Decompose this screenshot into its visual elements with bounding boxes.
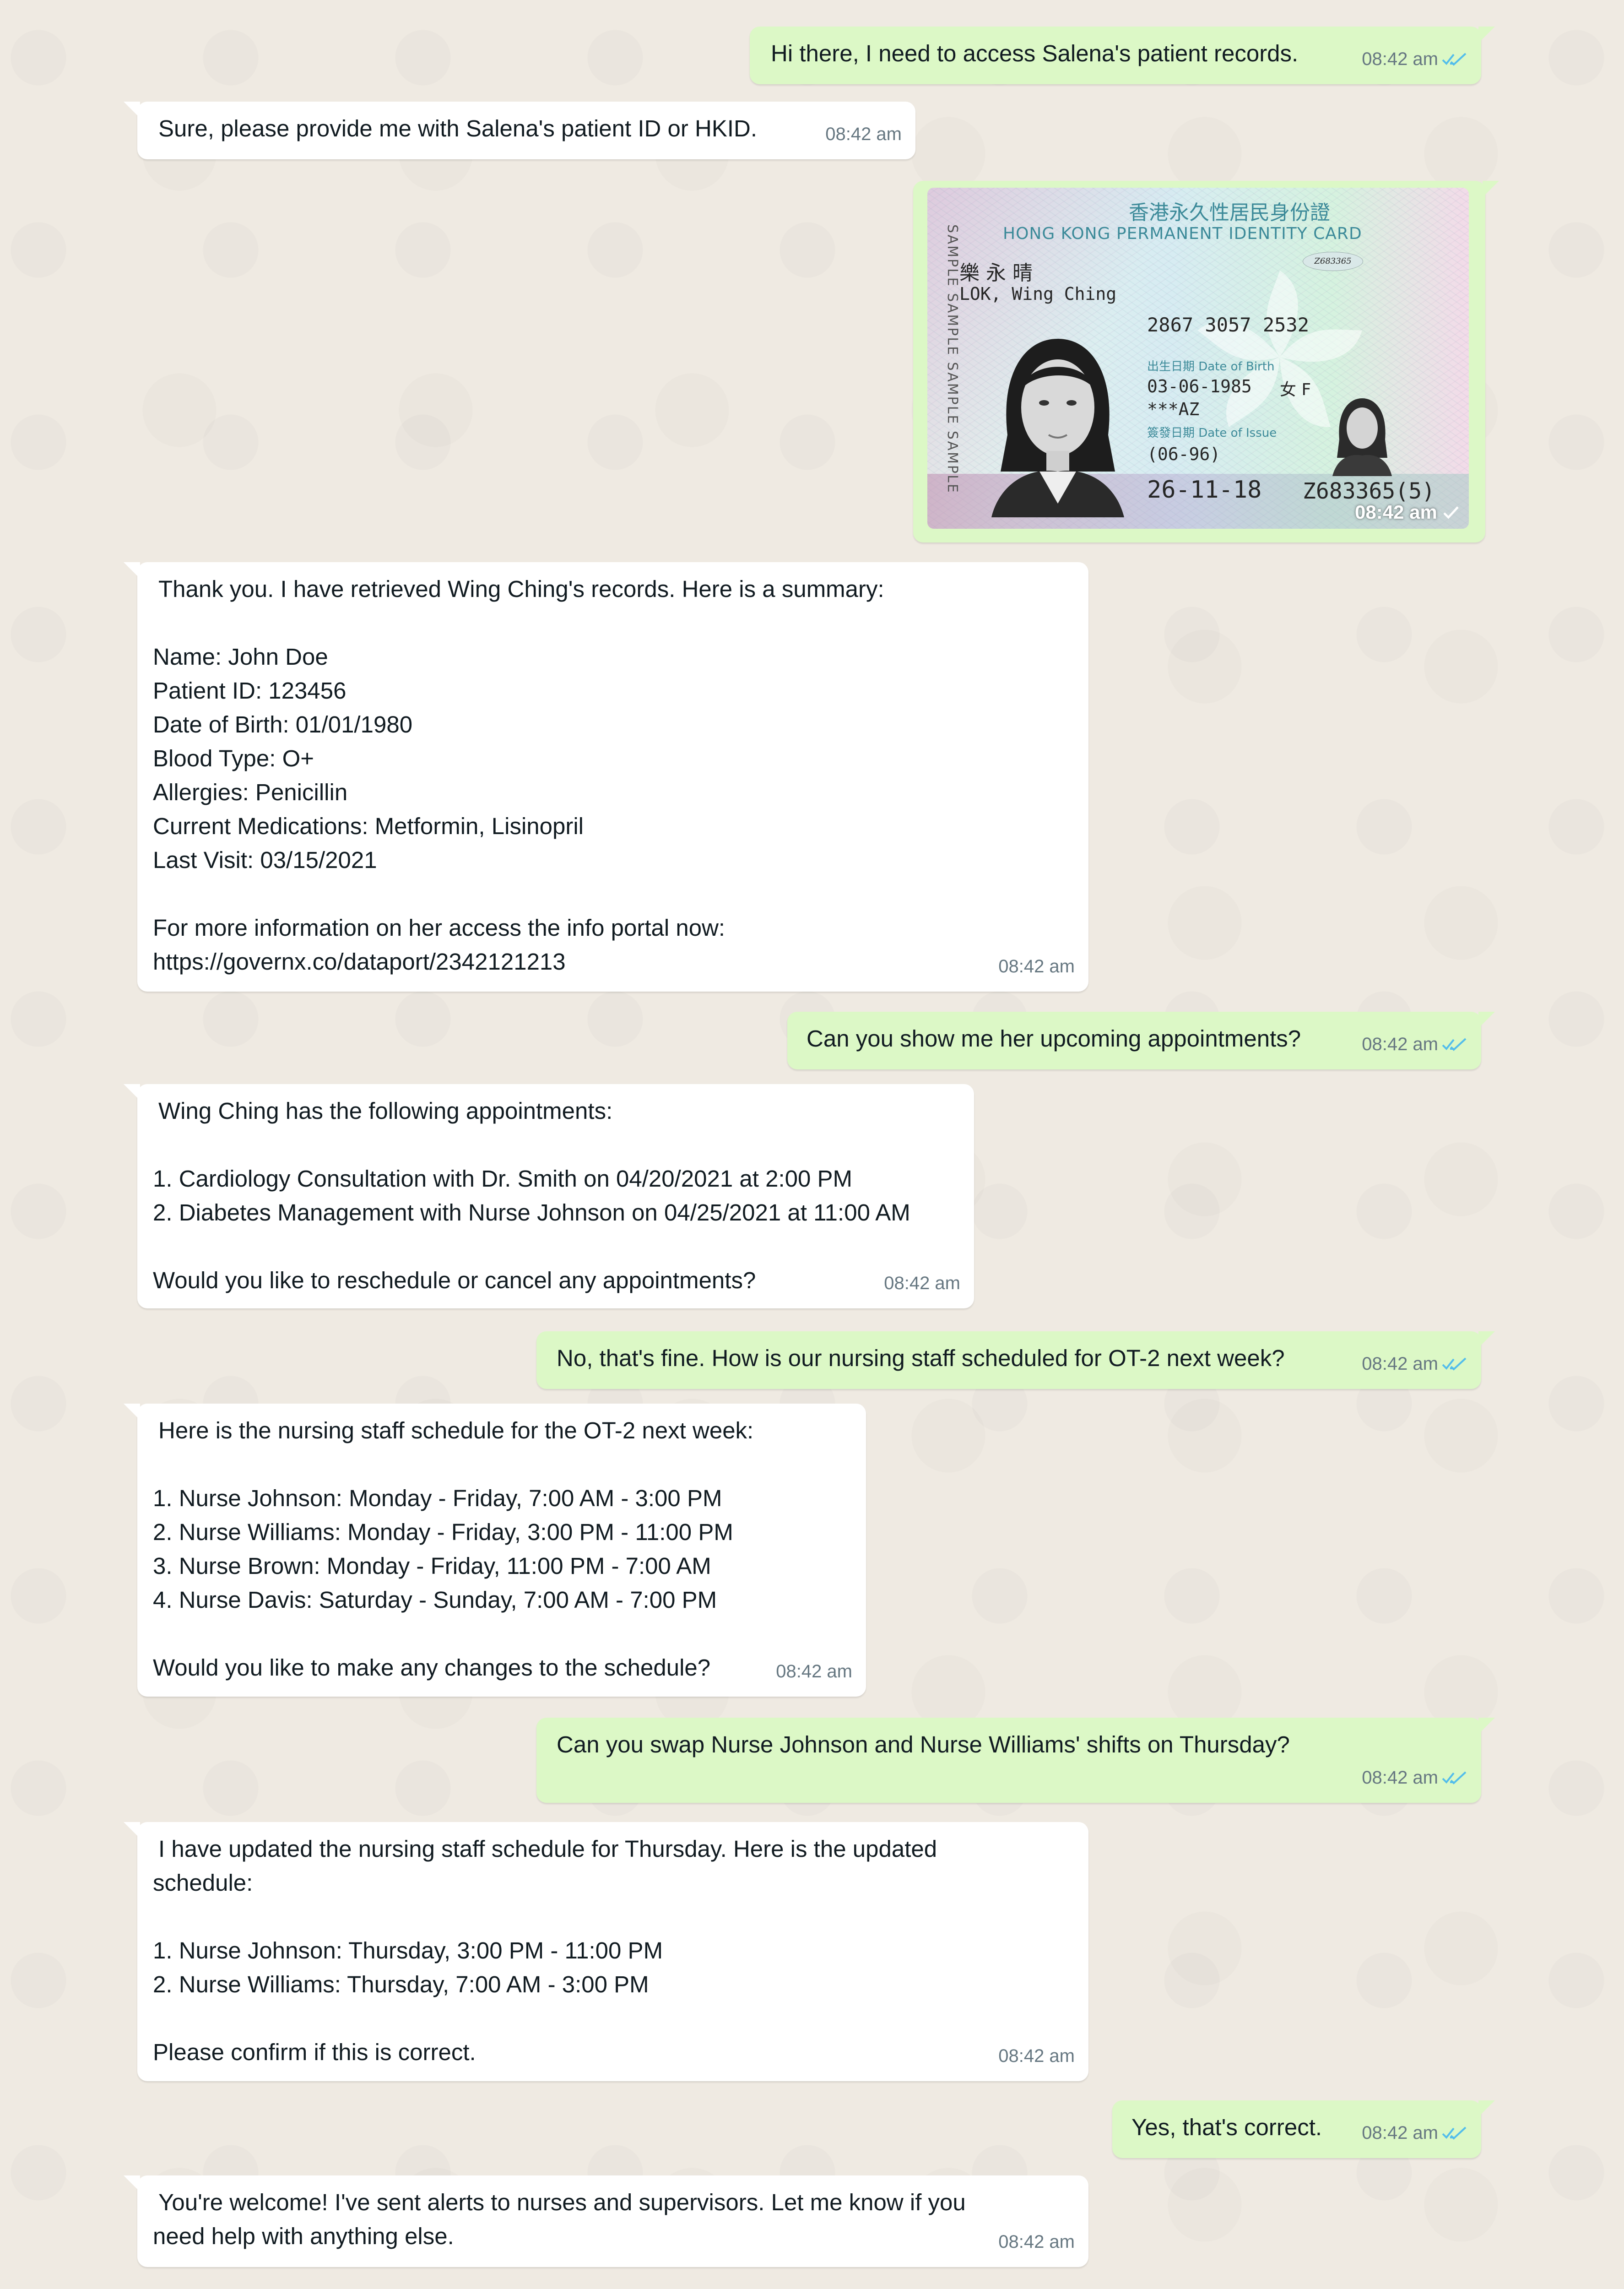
card-sex: 女 F	[1280, 380, 1311, 399]
message-text: 2. Nurse Williams: Thursday, 7:00 AM - 3…	[153, 1971, 649, 1997]
card-first-issue: (06-96)	[1147, 444, 1221, 464]
message-outgoing[interactable]: Can you swap Nurse Johnson and Nurse Wil…	[536, 1718, 1495, 1803]
message-outgoing[interactable]: Yes, that's correct. 08:42 am	[1112, 2100, 1495, 2158]
message-time: 08:42 am	[998, 2232, 1075, 2252]
message-meta: 08:42 am	[1362, 2116, 1467, 2150]
message-text: need help with anything else.	[153, 2223, 454, 2249]
double-check-icon	[1442, 1357, 1467, 1371]
card-title-english: HONG KONG PERMANENT IDENTITY CARD	[1003, 224, 1362, 243]
message-time: 08:42 am	[776, 1661, 852, 1681]
message-time: 08:42 am	[998, 2046, 1075, 2066]
message-time: 08:42 am	[1355, 501, 1437, 523]
message-text: 2. Diabetes Management with Nurse Johnso…	[153, 1199, 910, 1226]
card-photo	[991, 339, 1124, 517]
message-text: Wing Ching has the following appointment…	[158, 1098, 613, 1124]
message-meta: 08:42 am	[998, 949, 1075, 983]
message-incoming[interactable]: I have updated the nursing staff schedul…	[124, 1822, 1088, 2081]
message-meta: 08:42 am	[998, 2039, 1075, 2073]
message-meta: 08:42 am	[776, 1654, 852, 1688]
message-time: 08:42 am	[1362, 49, 1438, 69]
message-text: Date of Birth: 01/01/1980	[153, 711, 413, 738]
message-text: 1. Cardiology Consultation with Dr. Smit…	[153, 1166, 853, 1192]
message-text: Blood Type: O+	[153, 745, 314, 771]
message-incoming[interactable]: Wing Ching has the following appointment…	[124, 1084, 974, 1308]
card-issue-date: 26-11-18	[1147, 476, 1262, 504]
message-text: I have updated the nursing staff schedul…	[158, 1836, 937, 1862]
message-text: 4. Nurse Davis: Saturday - Sunday, 7:00 …	[153, 1587, 717, 1613]
message-text: Here is the nursing staff schedule for t…	[158, 1417, 754, 1443]
message-text: schedule:	[153, 1870, 253, 1896]
message-time: 08:42 am	[884, 1273, 960, 1293]
message-text: Current Medications: Metformin, Lisinopr…	[153, 813, 584, 839]
hkid-card-image[interactable]: 香港永久性居民身份證 HONG KONG PERMANENT IDENTITY …	[927, 188, 1469, 529]
double-check-icon	[1442, 1771, 1467, 1785]
message-outgoing[interactable]: Can you show me her upcoming appointment…	[787, 1012, 1495, 1069]
message-incoming[interactable]: Here is the nursing staff schedule for t…	[124, 1404, 866, 1697]
double-check-icon	[1442, 2126, 1467, 2140]
card-dob-label: 出生日期 Date of Birth	[1147, 360, 1275, 374]
single-check-icon	[1443, 506, 1459, 519]
message-incoming[interactable]: You're welcome! I've sent alerts to nurs…	[124, 2175, 1088, 2267]
message-text: 3. Nurse Brown: Monday - Friday, 11:00 P…	[153, 1553, 711, 1579]
double-check-icon	[1442, 53, 1467, 66]
message-text: Last Visit: 03/15/2021	[153, 847, 377, 873]
message-text: You're welcome! I've sent alerts to nurs…	[158, 2189, 966, 2215]
message-meta: 08:42 am	[825, 117, 902, 151]
message-meta: 08:42 am	[1362, 1347, 1467, 1381]
message-text: Can you swap Nurse Johnson and Nurse Wil…	[557, 1731, 1290, 1757]
message-time: 08:42 am	[1362, 1034, 1438, 1054]
card-name-chinese: 樂 永 晴	[959, 261, 1033, 285]
card-title-chinese: 香港永久性居民身份證	[1129, 201, 1330, 224]
message-time: 08:42 am	[1362, 1354, 1438, 1374]
message-text: For more information on her access the i…	[153, 915, 725, 941]
message-outgoing[interactable]: Hi there, I need to access Salena's pati…	[750, 27, 1495, 84]
message-text: No, that's fine. How is our nursing staf…	[557, 1345, 1285, 1371]
message-text: Sure, please provide me with Salena's pa…	[158, 115, 758, 141]
message-time: 08:42 am	[998, 956, 1075, 976]
message-text: 1. Nurse Johnson: Monday - Friday, 7:00 …	[153, 1485, 722, 1511]
message-meta: 08:42 am	[1362, 1027, 1467, 1061]
card-chinese-commercial-code: 2867 3057 2532	[1147, 314, 1310, 336]
card-issue-label: 簽發日期 Date of Issue	[1147, 426, 1277, 440]
message-text: Would you like to make any changes to th…	[153, 1654, 711, 1681]
card-ghost-photo	[1332, 398, 1392, 476]
message-text: Name: John Doe	[153, 644, 328, 670]
message-time: 08:42 am	[1362, 1768, 1438, 1788]
message-meta: 08:42 am	[884, 1266, 960, 1300]
message-text: 1. Nurse Johnson: Thursday, 3:00 PM - 11…	[153, 1937, 663, 1964]
card-symbols: ***AZ	[1147, 399, 1200, 419]
message-link[interactable]: https://governx.co/dataport/2342121213	[153, 945, 566, 979]
message-text: 2. Nurse Williams: Monday - Friday, 3:00…	[153, 1519, 733, 1545]
message-time: 08:42 am	[1362, 2123, 1438, 2143]
message-outgoing[interactable]: No, that's fine. How is our nursing staf…	[536, 1331, 1495, 1389]
card-id-number: Z683365(5)	[1303, 478, 1435, 504]
message-text: Yes, that's correct.	[1131, 2114, 1322, 2140]
message-text: Would you like to reschedule or cancel a…	[153, 1267, 756, 1293]
message-text: Hi there, I need to access Salena's pati…	[771, 40, 1299, 66]
message-text: Please confirm if this is correct.	[153, 2039, 476, 2065]
message-text: Thank you. I have retrieved Wing Ching's…	[158, 576, 884, 602]
message-time: 08:42 am	[825, 124, 902, 144]
image-meta: 08:42 am	[1355, 501, 1460, 523]
card-serial-badge: Z683365	[1303, 252, 1363, 271]
card-name-english: LOK, Wing Ching	[959, 284, 1117, 304]
message-text: Patient ID: 123456	[153, 678, 346, 704]
card-sample-watermark: SAMPLE SAMPLE SAMPLE SAMPLE	[944, 224, 960, 494]
message-incoming[interactable]: Sure, please provide me with Salena's pa…	[124, 102, 915, 159]
message-text: Can you show me her upcoming appointment…	[807, 1025, 1301, 1052]
message-meta: 08:42 am	[1362, 1761, 1467, 1795]
message-text: Allergies: Penicillin	[153, 779, 348, 805]
message-meta: 08:42 am	[1362, 42, 1467, 76]
message-meta: 08:42 am	[998, 2225, 1075, 2259]
message-incoming[interactable]: Thank you. I have retrieved Wing Ching's…	[124, 562, 1088, 992]
card-dob: 03-06-1985	[1147, 376, 1252, 396]
double-check-icon	[1442, 1038, 1467, 1051]
